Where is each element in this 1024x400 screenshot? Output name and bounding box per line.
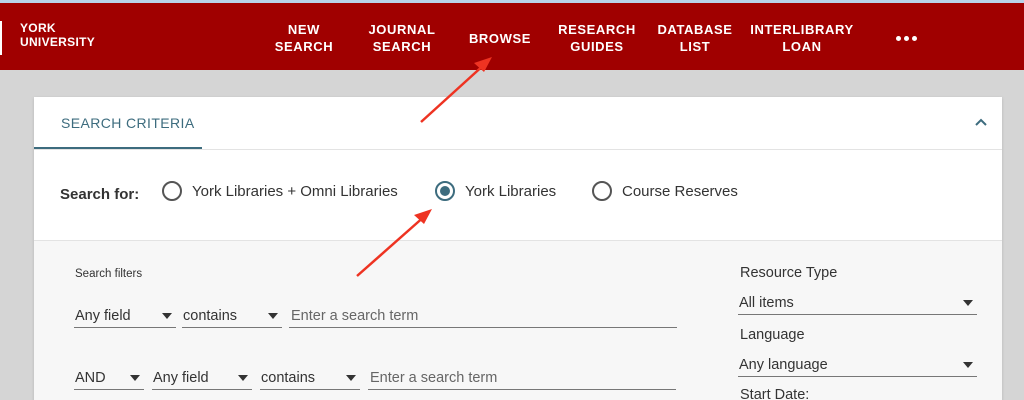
search-term-input[interactable]: Enter a search term bbox=[289, 304, 677, 328]
caret-down-icon bbox=[238, 375, 248, 381]
caret-down-icon bbox=[268, 313, 278, 319]
radio-label: York Libraries bbox=[465, 182, 557, 200]
york-university-logo[interactable]: YORK UNIVERSITY bbox=[0, 21, 95, 55]
nav-browse[interactable]: BROWSE bbox=[464, 6, 536, 70]
resource-type-select[interactable]: All items bbox=[738, 291, 977, 315]
radio-york-libraries[interactable]: York Libraries bbox=[435, 181, 556, 201]
boolean-select[interactable]: AND bbox=[74, 366, 144, 390]
more-horizontal-icon[interactable] bbox=[896, 33, 918, 43]
radio-label: York Libraries + Omni Libraries bbox=[192, 182, 398, 200]
caret-down-icon bbox=[130, 375, 140, 381]
language-label: Language bbox=[740, 327, 805, 343]
radio-york-omni-libraries[interactable]: York Libraries + Omni Libraries bbox=[162, 181, 398, 201]
caret-down-icon bbox=[162, 313, 172, 319]
logo-line-1: YORK bbox=[20, 21, 56, 35]
radio-course-reserves[interactable]: Course Reserves bbox=[592, 181, 738, 201]
language-select[interactable]: Any language bbox=[738, 353, 977, 377]
search-for-label: Search for: bbox=[60, 186, 140, 203]
logo-line-2: UNIVERSITY bbox=[20, 35, 96, 49]
nav-research-guides[interactable]: RESEARCH GUIDES bbox=[557, 6, 637, 70]
radio-unselected-icon bbox=[592, 181, 612, 201]
operator-select[interactable]: contains bbox=[182, 304, 282, 328]
field-select[interactable]: Any field bbox=[152, 366, 252, 390]
nav-database-list[interactable]: DATABASE LIST bbox=[655, 6, 735, 70]
radio-selected-icon bbox=[435, 181, 455, 201]
resource-type-label: Resource Type bbox=[740, 265, 838, 281]
caret-down-icon bbox=[963, 300, 973, 306]
caret-down-icon bbox=[963, 362, 973, 368]
nav-new-search[interactable]: NEW SEARCH bbox=[274, 6, 334, 70]
radio-label: Course Reserves bbox=[622, 182, 738, 200]
search-criteria-panel: SEARCH CRITERIA Search for: York Librari… bbox=[34, 97, 1002, 400]
operator-select[interactable]: contains bbox=[260, 366, 360, 390]
top-navigation-bar: YORK UNIVERSITY NEW SEARCH JOURNAL SEARC… bbox=[0, 0, 1024, 70]
field-select[interactable]: Any field bbox=[74, 304, 176, 328]
nav-interlibrary-loan[interactable]: INTERLIBRARY LOAN bbox=[748, 6, 856, 70]
tab-search-criteria[interactable]: SEARCH CRITERIA bbox=[34, 97, 202, 149]
search-filters-label: Search filters bbox=[75, 268, 143, 280]
radio-unselected-icon bbox=[162, 181, 182, 201]
search-term-input[interactable]: Enter a search term bbox=[368, 366, 676, 390]
chevron-up-icon[interactable] bbox=[974, 115, 988, 129]
search-scope-row: Search for: York Libraries + Omni Librar… bbox=[34, 150, 1002, 241]
nav-journal-search[interactable]: JOURNAL SEARCH bbox=[364, 6, 440, 70]
start-date-label: Start Date: bbox=[740, 387, 810, 400]
caret-down-icon bbox=[346, 375, 356, 381]
